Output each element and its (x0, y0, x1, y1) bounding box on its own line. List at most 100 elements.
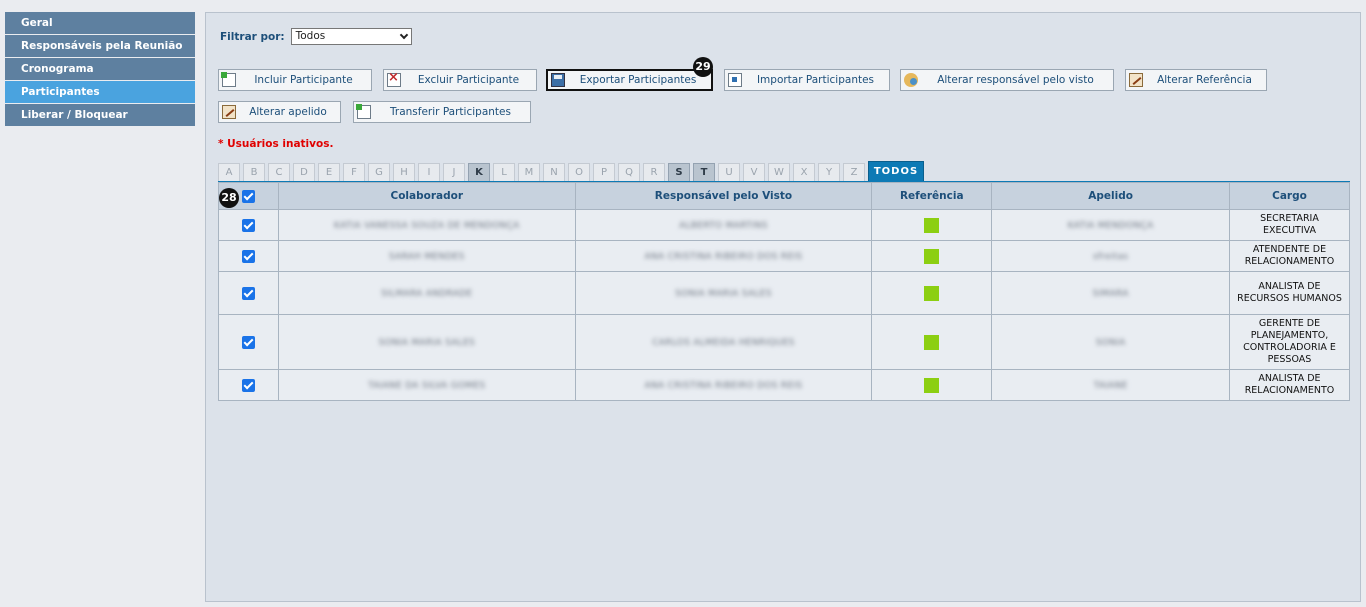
letter-tab-c[interactable]: C (268, 163, 290, 182)
alterar-referencia-button[interactable]: Alterar Referência (1125, 69, 1267, 91)
letter-tab-d[interactable]: D (293, 163, 315, 182)
referencia-color-swatch (924, 285, 940, 301)
filter-select[interactable]: Todos (290, 28, 412, 45)
referencia-color-swatch (924, 248, 940, 264)
letter-tab-e[interactable]: E (318, 163, 340, 182)
cargo-cell: ANALISTA DE RECURSOS HUMANOS (1228, 271, 1351, 315)
colaborador-name: SONIA MARIA SALES (378, 337, 476, 348)
letter-tab-r[interactable]: R (643, 163, 665, 182)
edit-icon (222, 105, 236, 119)
sidebar-item-liberar-bloquear[interactable]: Liberar / Bloquear (5, 104, 195, 126)
letter-tab-l[interactable]: L (493, 163, 515, 182)
row-checkbox-cell (218, 314, 279, 370)
letter-tab-a[interactable]: A (218, 163, 240, 182)
letter-tab-i[interactable]: I (418, 163, 440, 182)
colaborador-cell: SONIA MARIA SALES (277, 314, 576, 370)
colaborador-name: SARAH MENDES (388, 251, 465, 262)
header-referencia[interactable]: Referência (871, 182, 993, 210)
table-row: SARAH MENDES ANA CRISTINA RIBEIRO DOS RE… (218, 240, 1351, 272)
alterar-apelido-button[interactable]: Alterar apelido (218, 101, 341, 123)
letter-tab-y[interactable]: Y (818, 163, 840, 182)
cargo-cell: SECRETARIA EXECUTIVA (1228, 209, 1351, 241)
step-badge-28: 28 (219, 188, 239, 208)
letter-tab-o[interactable]: O (568, 163, 590, 182)
letter-tab-k[interactable]: K (468, 163, 490, 182)
importar-participantes-button[interactable]: Importar Participantes (724, 69, 890, 91)
referencia-cell (871, 271, 993, 315)
letter-tab-x[interactable]: X (793, 163, 815, 182)
filter-label: Filtrar por: (220, 30, 285, 43)
letter-tab-s[interactable]: S (668, 163, 690, 182)
colaborador-cell: SILMARA ANDRADE (277, 271, 576, 315)
letter-tab-b[interactable]: B (243, 163, 265, 182)
apelido-cell: SONIA (991, 314, 1230, 370)
participants-table: Colaborador Responsável pelo Visto Refer… (218, 182, 1351, 401)
exportar-participantes-label: Exportar Participantes (579, 74, 697, 86)
responsavel-name: ALBERTO MARTINS (679, 220, 768, 231)
cargo-cell: ANALISTA DE RELACIONAMENTO (1228, 369, 1351, 401)
transferir-participantes-button[interactable]: Transferir Participantes (353, 101, 531, 123)
alterar-referencia-label: Alterar Referência (1157, 74, 1252, 86)
header-apelido[interactable]: Apelido (991, 182, 1230, 210)
apelido-value: KATIA MENDONÇA (1067, 220, 1154, 231)
colaborador-name: SILMARA ANDRADE (381, 288, 473, 299)
table-row: KATIA VANESSA SOUZA DE MENDONÇA ALBERTO … (218, 209, 1351, 241)
apelido-value: SONIA (1095, 337, 1126, 348)
letter-tab-g[interactable]: G (368, 163, 390, 182)
letter-tab-todos[interactable]: TODOS (868, 161, 924, 182)
sidebar-item-participantes[interactable]: Participantes (5, 81, 195, 103)
apelido-cell: SIMARA (991, 271, 1230, 315)
importar-participantes-label: Importar Participantes (756, 74, 875, 86)
row-checkbox-cell (218, 240, 279, 272)
apelido-value: SIMARA (1092, 288, 1129, 299)
responsavel-name: ANA CRISTINA RIBEIRO DOS REIS (644, 380, 803, 391)
apelido-cell: TAIANE (991, 369, 1230, 401)
letter-tab-f[interactable]: F (343, 163, 365, 182)
letter-tab-t[interactable]: T (693, 163, 715, 182)
letter-tab-v[interactable]: V (743, 163, 765, 182)
letter-tab-j[interactable]: J (443, 163, 465, 182)
row-checkbox[interactable] (241, 378, 255, 392)
row-checkbox[interactable] (241, 286, 255, 300)
transfer-document-icon (356, 104, 371, 119)
header-cargo[interactable]: Cargo (1228, 182, 1351, 210)
colaborador-cell: SARAH MENDES (277, 240, 576, 272)
excluir-participante-button[interactable]: Excluir Participante (383, 69, 537, 91)
header-colaborador[interactable]: Colaborador (277, 182, 576, 210)
responsavel-name: ANA CRISTINA RIBEIRO DOS REIS (644, 251, 803, 262)
apelido-value: sfreitas (1092, 251, 1129, 262)
people-icon (904, 73, 918, 87)
letter-tab-q[interactable]: Q (618, 163, 640, 182)
sidebar-item-geral[interactable]: Geral (5, 12, 195, 34)
alterar-responsavel-button[interactable]: Alterar responsável pelo visto (900, 69, 1114, 91)
letter-tab-z[interactable]: Z (843, 163, 865, 182)
letter-tab-n[interactable]: N (543, 163, 565, 182)
row-checkbox[interactable] (241, 218, 255, 232)
sidebar-item-responsaveis[interactable]: Responsáveis pela Reunião (5, 35, 195, 57)
chevron-down-icon (399, 30, 408, 40)
table-row: SILMARA ANDRADE SONIA MARIA SALES SIMARA… (218, 271, 1351, 315)
referencia-color-swatch (924, 377, 940, 393)
responsavel-cell: CARLOS ALMEIDA HENRIQUES (574, 314, 873, 370)
letter-tab-u[interactable]: U (718, 163, 740, 182)
responsavel-name: SONIA MARIA SALES (675, 288, 772, 299)
edit-icon (1129, 73, 1143, 87)
referencia-cell (871, 240, 993, 272)
sidebar-item-cronograma[interactable]: Cronograma (5, 58, 195, 80)
responsavel-cell: ANA CRISTINA RIBEIRO DOS REIS (574, 240, 873, 272)
apelido-cell: KATIA MENDONÇA (991, 209, 1230, 241)
filter-bar: Filtrar por: Todos (220, 28, 412, 45)
incluir-participante-button[interactable]: Incluir Participante (218, 69, 372, 91)
letter-tab-p[interactable]: P (593, 163, 615, 182)
header-responsavel[interactable]: Responsável pelo Visto (574, 182, 873, 210)
incluir-participante-label: Incluir Participante (254, 74, 353, 86)
filter-select-value: Todos (295, 30, 326, 42)
letter-tab-w[interactable]: W (768, 163, 790, 182)
add-document-icon (221, 72, 236, 87)
exportar-participantes-button[interactable]: Exportar Participantes (546, 69, 713, 91)
select-all-checkbox[interactable] (241, 189, 255, 203)
row-checkbox[interactable] (241, 335, 255, 349)
letter-tab-h[interactable]: H (393, 163, 415, 182)
row-checkbox[interactable] (241, 249, 255, 263)
letter-tab-m[interactable]: M (518, 163, 540, 182)
